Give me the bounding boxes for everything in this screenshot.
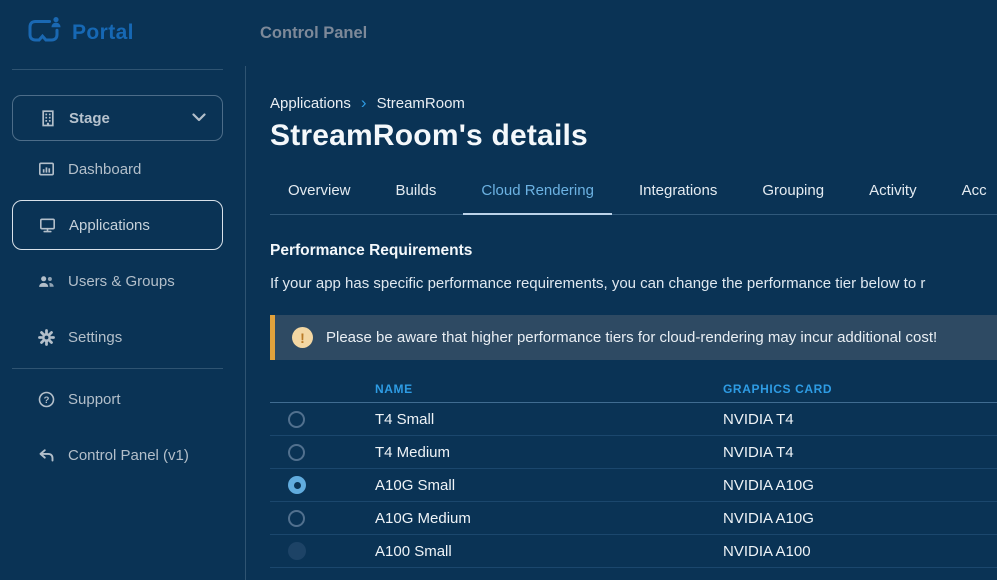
- breadcrumb: Applications › StreamRoom: [270, 95, 997, 112]
- sidebar-item-dashboard[interactable]: Dashboard: [0, 141, 245, 197]
- tier-row-t4-medium[interactable]: T4 Medium NVIDIA T4: [270, 436, 997, 469]
- tier-name: A100 Small: [375, 543, 723, 560]
- stage-selector[interactable]: Stage: [12, 95, 223, 141]
- tab-activity[interactable]: Activity: [851, 182, 935, 214]
- sidebar-nav: Dashboard Applications Users & Groups Se…: [0, 141, 245, 483]
- tier-row-a100-small[interactable]: A100 Small NVIDIA A100: [270, 535, 997, 568]
- tab-cloud-rendering[interactable]: Cloud Rendering: [463, 182, 612, 215]
- sidebar-item-settings[interactable]: Settings: [0, 309, 245, 365]
- question-circle-icon: ?: [38, 391, 55, 408]
- warning-text: Please be aware that higher performance …: [326, 329, 937, 346]
- topbar-title: Control Panel: [260, 24, 367, 43]
- tier-name: A10G Medium: [375, 510, 723, 527]
- warning-banner: Please be aware that higher performance …: [270, 315, 997, 360]
- column-header-graphics-card: GRAPHICS CARD: [723, 382, 997, 396]
- tier-graphics-card: NVIDIA A10G: [723, 510, 997, 527]
- gear-icon: [38, 329, 55, 346]
- divider: [12, 69, 223, 70]
- tier-radio[interactable]: [288, 411, 305, 428]
- column-header-name: NAME: [375, 382, 723, 396]
- performance-tiers-table: NAME GRAPHICS CARD T4 Small NVIDIA T4 T4…: [270, 376, 997, 568]
- topbar: Portal Control Panel: [0, 0, 997, 66]
- section-heading: Performance Requirements: [270, 242, 997, 260]
- tier-name: T4 Small: [375, 411, 723, 428]
- tier-radio[interactable]: [288, 444, 305, 461]
- exclamation-circle-icon: [292, 327, 313, 348]
- reply-arrow-icon: [38, 448, 55, 463]
- sidebar-item-users-groups[interactable]: Users & Groups: [0, 253, 245, 309]
- portal-headset-logo-icon: [25, 16, 63, 51]
- main-content: Applications › StreamRoom StreamRoom's d…: [246, 66, 997, 580]
- bar-chart-icon: [38, 161, 55, 177]
- tier-row-a10g-small[interactable]: A10G Small NVIDIA A10G: [270, 469, 997, 502]
- stage-selector-label: Stage: [69, 110, 192, 127]
- tier-radio[interactable]: [288, 542, 306, 560]
- breadcrumb-current: StreamRoom: [377, 95, 465, 112]
- tier-graphics-card: NVIDIA A10G: [723, 477, 997, 494]
- section-description: If your app has specific performance req…: [270, 275, 997, 292]
- tier-graphics-card: NVIDIA A100: [723, 543, 997, 560]
- tab-integrations[interactable]: Integrations: [621, 182, 735, 214]
- sidebar-item-support[interactable]: ? Support: [0, 371, 245, 427]
- svg-text:?: ?: [44, 395, 50, 406]
- building-icon: [39, 110, 56, 127]
- app-logo[interactable]: Portal: [0, 16, 246, 51]
- tier-radio[interactable]: [288, 510, 305, 527]
- tier-name: T4 Medium: [375, 444, 723, 461]
- tier-radio[interactable]: [288, 476, 306, 494]
- tab-builds[interactable]: Builds: [378, 182, 455, 214]
- breadcrumb-applications-link[interactable]: Applications: [270, 95, 351, 112]
- sidebar-item-applications[interactable]: Applications: [12, 200, 223, 250]
- chevron-right-icon: ›: [361, 94, 367, 111]
- table-body: T4 Small NVIDIA T4 T4 Medium NVIDIA T4 A…: [270, 403, 997, 568]
- chevron-down-icon: [192, 109, 206, 127]
- tab-overview[interactable]: Overview: [270, 182, 369, 214]
- brand-name: Portal: [72, 21, 134, 45]
- tier-row-a10g-medium[interactable]: A10G Medium NVIDIA A10G: [270, 502, 997, 535]
- users-icon: [38, 274, 55, 289]
- tab-grouping[interactable]: Grouping: [744, 182, 842, 214]
- tab-bar: Overview BuildsCloud Rendering Integration…: [270, 182, 997, 215]
- tier-name: A10G Small: [375, 477, 723, 494]
- divider: [12, 368, 223, 369]
- sidebar-item-control-panel-v1[interactable]: Control Panel (v1): [0, 427, 245, 483]
- page-title: StreamRoom's details: [270, 119, 997, 153]
- tab-acc[interactable]: Acc: [944, 182, 997, 214]
- monitor-icon: [39, 217, 56, 233]
- sidebar: Stage Dashboard Applications Users & Gro…: [0, 66, 246, 580]
- tier-graphics-card: NVIDIA T4: [723, 444, 997, 461]
- table-header-row: NAME GRAPHICS CARD: [270, 376, 997, 403]
- tier-graphics-card: NVIDIA T4: [723, 411, 997, 428]
- tier-row-t4-small[interactable]: T4 Small NVIDIA T4: [270, 403, 997, 436]
